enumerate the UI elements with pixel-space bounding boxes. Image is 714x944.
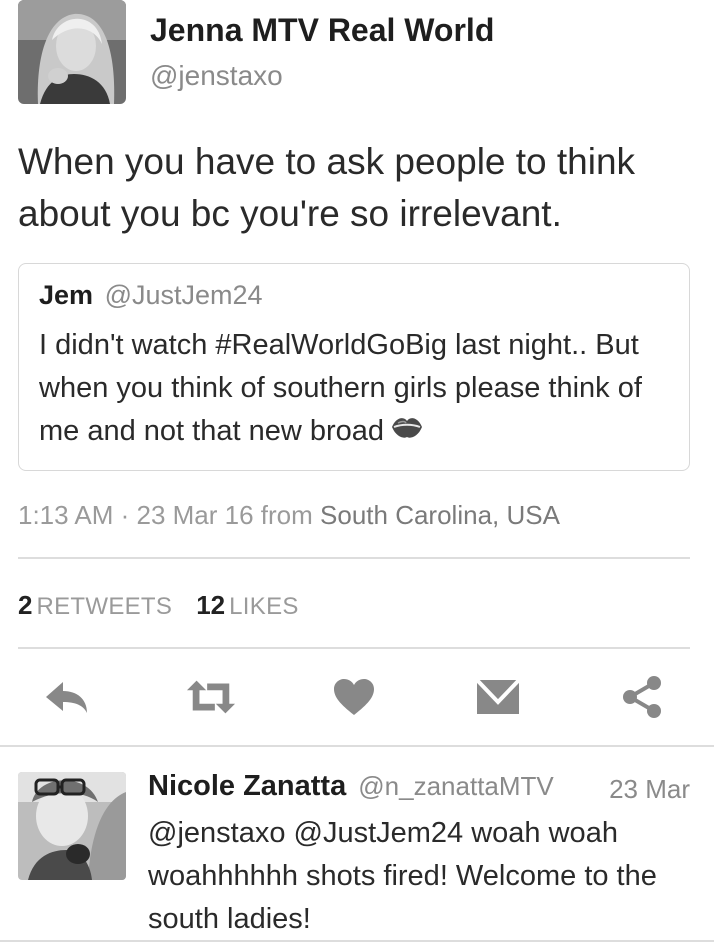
reply-author-handle[interactable]: @n_zanattaMTV: [358, 771, 553, 801]
author-name[interactable]: Jenna MTV Real World: [150, 12, 494, 49]
from-label: from: [260, 500, 313, 530]
likes-label[interactable]: LIKES: [229, 593, 299, 620]
quoted-tweet-header: Jem @JustJem24: [39, 280, 263, 311]
divider: [18, 557, 690, 559]
share-button[interactable]: [617, 672, 667, 722]
divider: [18, 647, 690, 649]
direct-message-button[interactable]: [473, 672, 523, 722]
reply-text: @jenstaxo @JustJem24 woah woah woahhhhhh…: [148, 817, 657, 935]
tweet-stats: 2 RETWEETS 12 LIKES: [18, 590, 323, 621]
tweet-location[interactable]: South Carolina, USA: [320, 500, 560, 530]
tweet-timestamp: 1:13 AM · 23 Mar 16: [18, 500, 254, 530]
reply-icon: [46, 682, 87, 713]
reply-author-avatar[interactable]: [18, 772, 126, 880]
retweets-count[interactable]: 2: [18, 590, 32, 620]
quoted-tweet-text: I didn't watch #RealWorldGoBig last nigh…: [39, 329, 642, 447]
author-avatar[interactable]: [18, 0, 126, 104]
quoted-tweet-card[interactable]: Jem @JustJem24 I didn't watch #RealWorld…: [18, 263, 690, 471]
retweet-button[interactable]: [186, 672, 236, 722]
envelope-icon: [475, 678, 521, 714]
author-handle[interactable]: @jenstaxo: [150, 60, 283, 92]
heart-icon: [334, 679, 374, 715]
reply-header: Nicole Zanatta @n_zanattaMTV: [148, 770, 554, 803]
share-icon: [623, 676, 661, 718]
reply-date: 23 Mar: [609, 774, 690, 804]
quoted-tweet-text-block: I didn't watch #RealWorldGoBig last nigh…: [39, 324, 679, 454]
retweets-label[interactable]: RETWEETS: [36, 593, 172, 620]
divider: [0, 940, 714, 942]
tweet-meta: 1:13 AM · 23 Mar 16 from South Carolina,…: [18, 500, 560, 531]
like-button[interactable]: [329, 672, 379, 722]
reply-button[interactable]: [42, 672, 92, 722]
kiss-mark-icon: [390, 411, 424, 454]
tweet-text: When you have to ask people to think abo…: [18, 141, 636, 234]
divider: [0, 745, 714, 747]
quoted-author-name: Jem: [39, 280, 94, 310]
likes-count[interactable]: 12: [196, 590, 225, 620]
reply-author-name[interactable]: Nicole Zanatta: [148, 770, 346, 802]
retweet-icon: [186, 680, 236, 714]
quoted-author-handle: @JustJem24: [104, 280, 263, 310]
